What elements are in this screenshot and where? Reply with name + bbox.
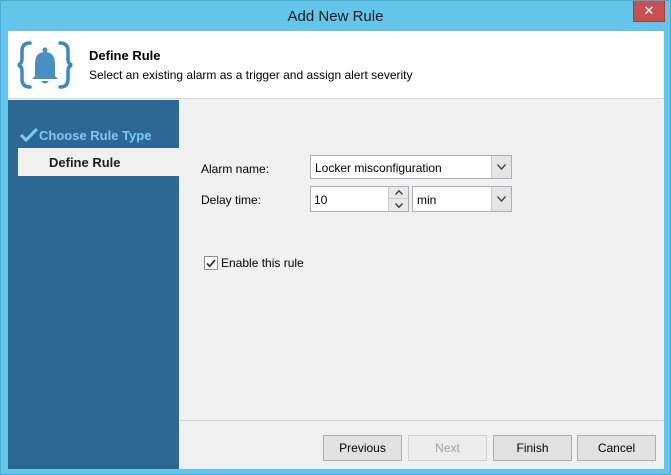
delay-time-value: 10	[314, 193, 328, 207]
alarm-name-value: Locker misconfiguration	[315, 161, 442, 175]
close-button[interactable]: ✕	[633, 1, 665, 22]
close-icon: ✕	[643, 3, 655, 18]
increment-arrow-icon[interactable]	[389, 187, 408, 199]
enable-rule-label[interactable]: Enable this rule	[221, 256, 304, 270]
chevron-down-icon[interactable]	[491, 156, 511, 178]
cancel-button[interactable]: Cancel	[577, 435, 656, 461]
previous-button[interactable]: Previous	[323, 435, 402, 461]
spin-buttons	[388, 187, 408, 211]
step-label: Define Rule	[49, 154, 121, 170]
wizard-content: Alarm name: Locker misconfiguration Dela…	[179, 100, 664, 469]
step-label: Choose Rule Type	[39, 127, 152, 143]
alarm-name-label: Alarm name:	[201, 162, 270, 176]
wizard-header: Define Rule Select an existing alarm as …	[8, 31, 664, 99]
decrement-arrow-icon[interactable]	[389, 199, 408, 211]
alarm-name-select[interactable]: Locker misconfiguration	[310, 155, 512, 179]
finish-button[interactable]: Finish	[493, 435, 572, 461]
dialog-window: Add New Rule ✕ Define Rule Select an exi…	[0, 0, 671, 475]
step-define-rule[interactable]: Define Rule	[18, 148, 179, 176]
delay-time-label: Delay time:	[201, 193, 262, 207]
dialog-client-area: Define Rule Select an existing alarm as …	[8, 31, 664, 469]
enable-rule-checkbox[interactable]	[204, 256, 218, 270]
step-choose-rule-type[interactable]: Choose Rule Type	[18, 121, 179, 149]
bell-icon	[17, 41, 73, 89]
delay-unit-select[interactable]: min	[412, 186, 512, 212]
window-title: Add New Rule	[287, 8, 384, 25]
footer-divider	[179, 420, 664, 421]
delay-time-stepper[interactable]: 10	[310, 186, 409, 212]
checkmark-icon	[206, 258, 216, 268]
checkmark-icon	[20, 128, 38, 142]
next-button[interactable]: Next	[408, 435, 487, 461]
wizard-steps-sidebar: Choose Rule Type Define Rule	[8, 100, 179, 469]
chevron-down-icon[interactable]	[491, 187, 511, 211]
page-title: Define Rule	[89, 48, 161, 63]
title-bar[interactable]: Add New Rule ✕	[1, 1, 670, 31]
page-description: Select an existing alarm as a trigger an…	[89, 68, 413, 82]
delay-unit-value: min	[417, 193, 437, 207]
